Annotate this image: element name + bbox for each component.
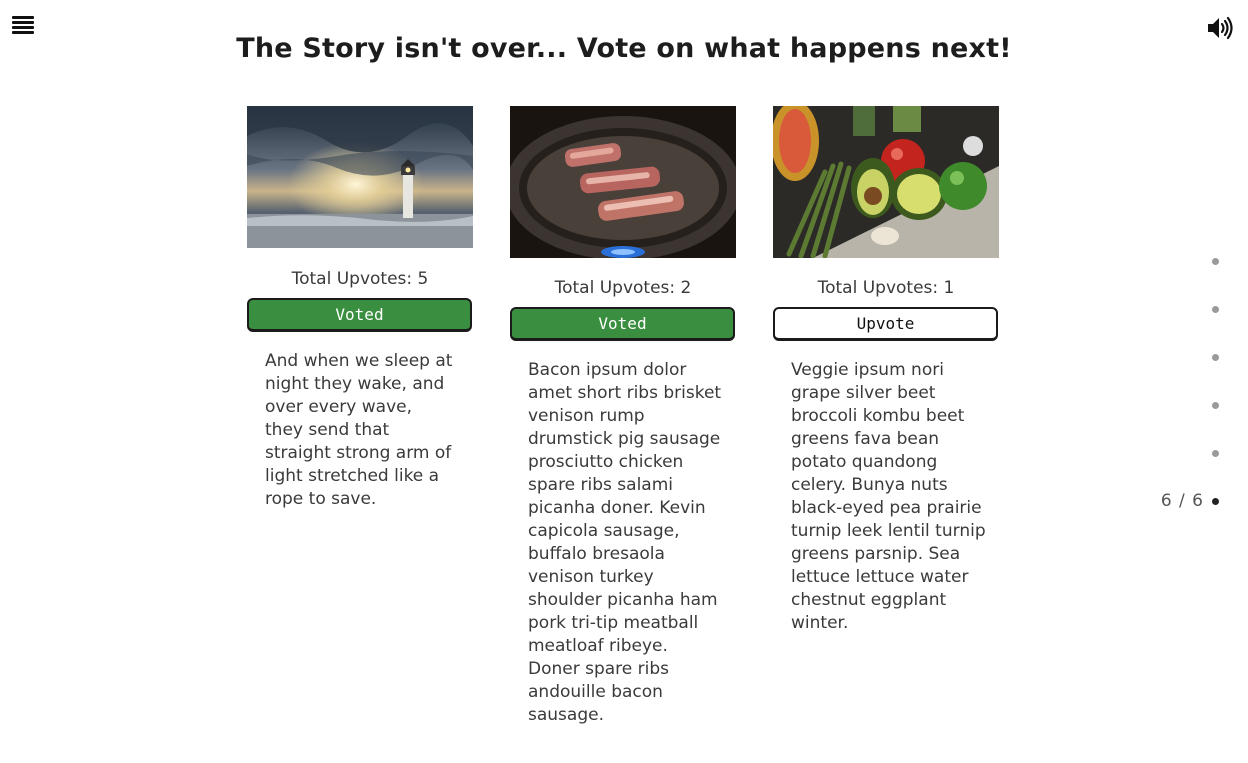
slide-pagination — [1212, 258, 1224, 546]
page-dot-6-active[interactable] — [1212, 498, 1219, 505]
story-option-card: Total Upvotes: 1 Upvote Veggie ipsum nor… — [773, 106, 999, 635]
lighthouse-at-sunset-photo — [247, 106, 473, 248]
page-dot-1[interactable] — [1212, 258, 1219, 265]
total-upvotes: Total Upvotes: 1 — [817, 278, 955, 298]
story-option-text: Bacon ipsum dolor amet short ribs briske… — [528, 360, 722, 725]
story-option-card: Total Upvotes: 5 Voted And when we sleep… — [247, 106, 473, 511]
total-upvotes: Total Upvotes: 5 — [291, 269, 429, 289]
page-indicator: 6 / 6 — [1160, 491, 1204, 511]
page-dot-2[interactable] — [1212, 306, 1219, 313]
page-title: The Story isn't over... Vote on what hap… — [236, 33, 1012, 64]
upvote-button[interactable]: Upvote — [773, 307, 998, 341]
hamburger-menu-icon — [12, 16, 34, 19]
story-option-text: And when we sleep at night they wake, an… — [265, 351, 453, 509]
story-option-text: Veggie ipsum nori grape silver beet broc… — [791, 360, 986, 633]
voted-button[interactable]: Voted — [510, 307, 735, 341]
total-upvotes: Total Upvotes: 2 — [554, 278, 692, 298]
page-dot-3[interactable] — [1212, 354, 1219, 361]
page-dot-5[interactable] — [1212, 450, 1219, 457]
voted-button[interactable]: Voted — [247, 298, 472, 332]
story-option-card: Total Upvotes: 2 Voted Bacon ipsum dolor… — [510, 106, 736, 727]
fresh-vegetables-photo — [773, 106, 999, 258]
page-dot-4[interactable] — [1212, 402, 1219, 409]
meat-grilling-on-pan-photo — [510, 106, 736, 258]
